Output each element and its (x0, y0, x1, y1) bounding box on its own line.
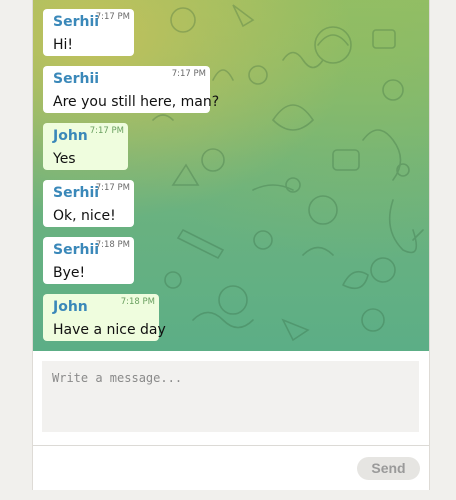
message-bubble: Serhii 7:17 PM Are you still here, man? (43, 66, 220, 113)
message-bubble: Serhii 7:17 PM Hi! (43, 9, 134, 56)
message-text: Hi! (53, 37, 74, 53)
composer-divider (33, 445, 429, 446)
chat-window: Serhii 7:17 PM Hi! Serhii 7:17 PM Are yo… (32, 0, 430, 490)
message-bubble: Serhii 7:17 PM Ok, nice! (43, 180, 134, 227)
send-button[interactable]: Send (357, 457, 420, 480)
message-text: Bye! (53, 265, 86, 281)
message-input[interactable] (42, 361, 419, 432)
message-time: 7:17 PM (89, 126, 124, 136)
message-text: Have a nice day (53, 322, 166, 338)
message-time: 7:17 PM (171, 69, 206, 79)
message-bubble-own: John 7:18 PM Have a nice day (43, 294, 166, 341)
message-time: 7:18 PM (120, 297, 155, 307)
message-time: 7:17 PM (95, 12, 130, 22)
message-composer: Send (33, 351, 429, 490)
message-list[interactable]: Serhii 7:17 PM Hi! Serhii 7:17 PM Are yo… (33, 0, 429, 351)
message-bubble: Serhii 7:18 PM Bye! (43, 237, 134, 284)
message-text: Are you still here, man? (53, 94, 220, 110)
message-text: Yes (53, 151, 76, 167)
message-text: Ok, nice! (53, 208, 116, 224)
message-bubble-own: John 7:17 PM Yes (43, 123, 128, 170)
message-time: 7:17 PM (95, 183, 130, 193)
message-time: 7:18 PM (95, 240, 130, 250)
